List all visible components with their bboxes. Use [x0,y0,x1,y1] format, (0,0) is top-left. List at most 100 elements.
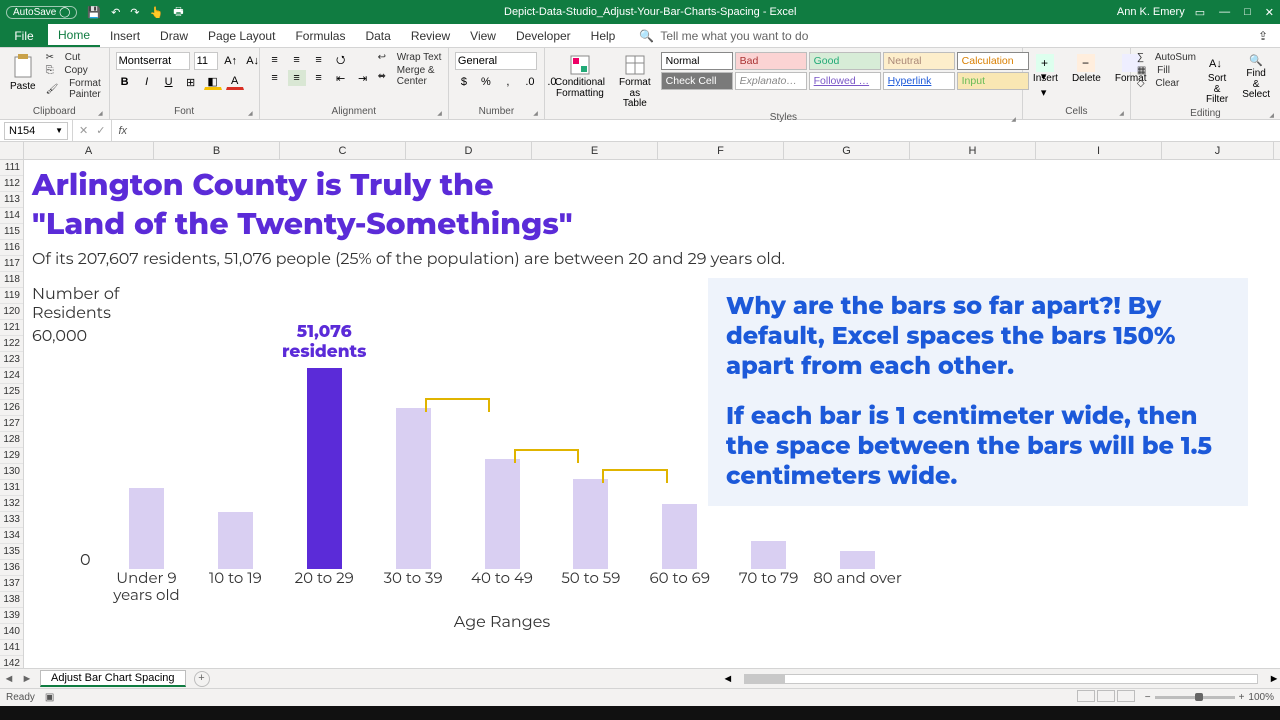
sheet-tab[interactable]: Adjust Bar Chart Spacing [40,670,186,687]
row-header[interactable]: 139 [0,608,23,624]
row-header[interactable]: 118 [0,272,23,288]
close-icon[interactable]: ✕ [1265,6,1274,19]
increase-font-icon[interactable]: A↑ [222,53,240,69]
tell-me-search[interactable]: 🔍 Tell me what you want to do [639,24,808,47]
tabs-scroll-left[interactable]: ◄ [722,673,734,685]
row-header[interactable]: 113 [0,192,23,208]
row-header[interactable]: 122 [0,336,23,352]
comma-icon[interactable]: , [499,74,517,90]
style-explanato-[interactable]: Explanato… [735,72,807,90]
cell-styles-gallery[interactable]: NormalBadGoodNeutralCalculationCheck Cel… [661,52,1029,90]
row-header[interactable]: 125 [0,384,23,400]
font-size-input[interactable] [194,52,218,70]
maximize-icon[interactable]: □ [1244,6,1251,18]
cancel-icon[interactable]: ✕ [79,124,88,137]
border-button[interactable]: ⊞ [182,74,200,90]
fx-icon[interactable]: fx [112,125,133,137]
row-header[interactable]: 137 [0,576,23,592]
currency-icon[interactable]: $ [455,74,473,90]
col-header-A[interactable]: A [24,142,154,159]
percent-icon[interactable]: % [477,74,495,90]
style-neutral[interactable]: Neutral [883,52,955,70]
sort-filter-button[interactable]: A↓Sort & Filter [1202,52,1232,108]
row-header[interactable]: 128 [0,432,23,448]
save-icon[interactable]: 💾 [87,6,101,19]
style-input[interactable]: Input [957,72,1029,90]
row-header[interactable]: 115 [0,224,23,240]
italic-button[interactable]: I [138,74,156,90]
print-icon[interactable]: 🖶 [173,3,183,22]
cell-canvas[interactable]: Arlington County is Truly the "Land of t… [24,160,1280,668]
autosave-toggle[interactable]: AutoSave ◯ [6,6,77,19]
paste-button[interactable]: Paste [6,52,40,95]
underline-button[interactable]: U [160,74,178,90]
row-header[interactable]: 136 [0,560,23,576]
select-all-corner[interactable] [0,142,24,160]
align-right-icon[interactable]: ≡ [310,70,328,86]
style-followed-[interactable]: Followed … [809,72,881,90]
format-as-table-button[interactable]: Format as Table [615,52,655,112]
column-headers[interactable]: ABCDEFGHIJ [24,142,1280,160]
minimize-icon[interactable]: — [1219,6,1230,18]
align-middle-icon[interactable]: ≡ [288,52,306,68]
row-header[interactable]: 142 [0,656,23,668]
row-header[interactable]: 135 [0,544,23,560]
style-check-cell[interactable]: Check Cell [661,72,733,90]
ribbon-options-icon[interactable]: ▭ [1195,6,1205,19]
tab-page-layout[interactable]: Page Layout [198,24,285,47]
fill-button[interactable]: ▦ Fill [1137,65,1196,76]
clear-button[interactable]: ◇ Clear [1137,78,1196,89]
orientation-icon[interactable]: ⭯ [332,52,350,68]
sheet-nav-next[interactable]: ► [18,673,36,685]
row-header[interactable]: 132 [0,496,23,512]
horizontal-scrollbar[interactable] [744,674,1258,684]
align-top-icon[interactable]: ≡ [266,52,284,68]
row-header[interactable]: 133 [0,512,23,528]
tab-review[interactable]: Review [401,24,460,47]
name-box[interactable]: N154▼ [4,122,68,140]
decimal-inc-icon[interactable]: .0 [521,74,539,90]
style-bad[interactable]: Bad [735,52,807,70]
insert-cells-button[interactable]: +Insert [1029,52,1062,87]
row-header[interactable]: 112 [0,176,23,192]
sheet-nav-prev[interactable]: ◄ [0,673,18,685]
align-bottom-icon[interactable]: ≡ [310,52,328,68]
macro-record-icon[interactable]: ▣ [45,692,54,703]
style-hyperlink[interactable]: Hyperlink [883,72,955,90]
copy-button[interactable]: ⎘ Copy [46,65,103,76]
indent-inc-icon[interactable]: ⇥ [354,70,372,86]
enter-icon[interactable]: ✓ [96,124,105,137]
view-buttons[interactable] [1075,690,1135,705]
row-header[interactable]: 127 [0,416,23,432]
find-select-button[interactable]: 🔍Find & Select [1238,52,1274,103]
delete-cells-button[interactable]: −Delete [1068,52,1105,87]
number-format-input[interactable] [455,52,537,70]
font-color-button[interactable]: A [226,74,244,90]
row-header[interactable]: 124 [0,368,23,384]
tab-help[interactable]: Help [581,24,626,47]
row-headers[interactable]: 1111121131141151161171181191201211221231… [0,160,24,668]
tab-draw[interactable]: Draw [150,24,198,47]
row-header[interactable]: 130 [0,464,23,480]
row-header[interactable]: 140 [0,624,23,640]
align-left-icon[interactable]: ≡ [266,70,284,86]
col-header-F[interactable]: F [658,142,784,159]
tabs-scroll-right[interactable]: ► [1268,673,1280,685]
row-header[interactable]: 119 [0,288,23,304]
indent-dec-icon[interactable]: ⇤ [332,70,350,86]
cut-button[interactable]: ✂ Cut [46,52,103,63]
row-header[interactable]: 141 [0,640,23,656]
user-name[interactable]: Ann K. Emery [1117,6,1185,18]
col-header-H[interactable]: H [910,142,1036,159]
row-header[interactable]: 114 [0,208,23,224]
style-normal[interactable]: Normal [661,52,733,70]
new-sheet-button[interactable]: + [194,671,210,687]
undo-icon[interactable]: ↶ [111,6,120,19]
share-button[interactable]: ⇪ [1246,24,1280,47]
style-calculation[interactable]: Calculation [957,52,1029,70]
tab-developer[interactable]: Developer [506,24,581,47]
col-header-E[interactable]: E [532,142,658,159]
row-header[interactable]: 134 [0,528,23,544]
row-header[interactable]: 129 [0,448,23,464]
row-header[interactable]: 117 [0,256,23,272]
